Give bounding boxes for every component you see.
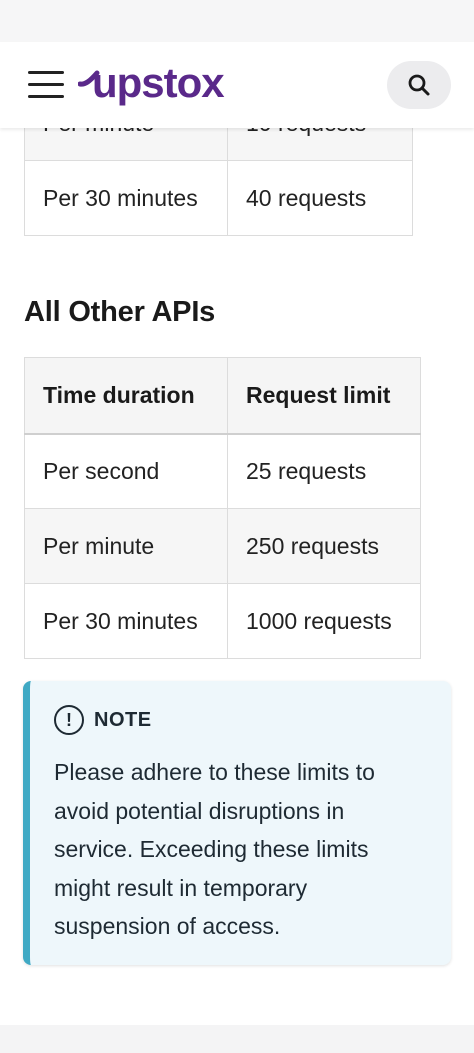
table-row: Per 30 minutes 40 requests: [24, 160, 413, 236]
table-cell-duration: Per second: [24, 432, 228, 509]
note-title: NOTE: [94, 708, 152, 731]
table-cell-limit: 25 requests: [227, 432, 421, 509]
page: Per minute 10 requests Per 30 minutes 40…: [0, 0, 474, 1053]
table-row: Per second 25 requests: [24, 432, 421, 509]
exclamation-circle-icon: !: [54, 705, 84, 735]
search-icon: [408, 74, 430, 96]
status-strip: [0, 0, 474, 42]
table-cell-limit: 40 requests: [227, 160, 413, 236]
bottom-strip: [0, 1025, 474, 1053]
table-cell-duration: Per 30 minutes: [24, 160, 228, 236]
column-header-request-limit: Request limit: [227, 357, 421, 434]
table-header-row: Time duration Request limit: [24, 357, 421, 434]
note-body: Please adhere to these limits to avoid p…: [54, 759, 375, 939]
note-header: ! NOTE: [54, 705, 152, 735]
table-cell-limit: 1000 requests: [227, 583, 421, 659]
brand-wordmark: upstox: [92, 59, 225, 106]
table-cell-duration: Per 30 minutes: [24, 583, 228, 659]
hamburger-menu-icon[interactable]: [28, 70, 64, 100]
other-apis-rate-limit-table: Time duration Request limit Per second 2…: [24, 357, 421, 659]
column-header-time-duration: Time duration: [24, 357, 228, 434]
note-callout: ! NOTE Please adhere to these limits to …: [23, 681, 451, 965]
search-button[interactable]: [387, 61, 451, 109]
table-row: Per minute 250 requests: [24, 508, 421, 584]
table-cell-duration: Per minute: [24, 508, 228, 584]
section-heading: All Other APIs: [24, 296, 216, 328]
table-row: Per 30 minutes 1000 requests: [24, 583, 421, 659]
table-cell-limit: 250 requests: [227, 508, 421, 584]
top-navigation-bar: upstox: [0, 42, 474, 128]
upstox-logo[interactable]: upstox: [78, 60, 233, 110]
